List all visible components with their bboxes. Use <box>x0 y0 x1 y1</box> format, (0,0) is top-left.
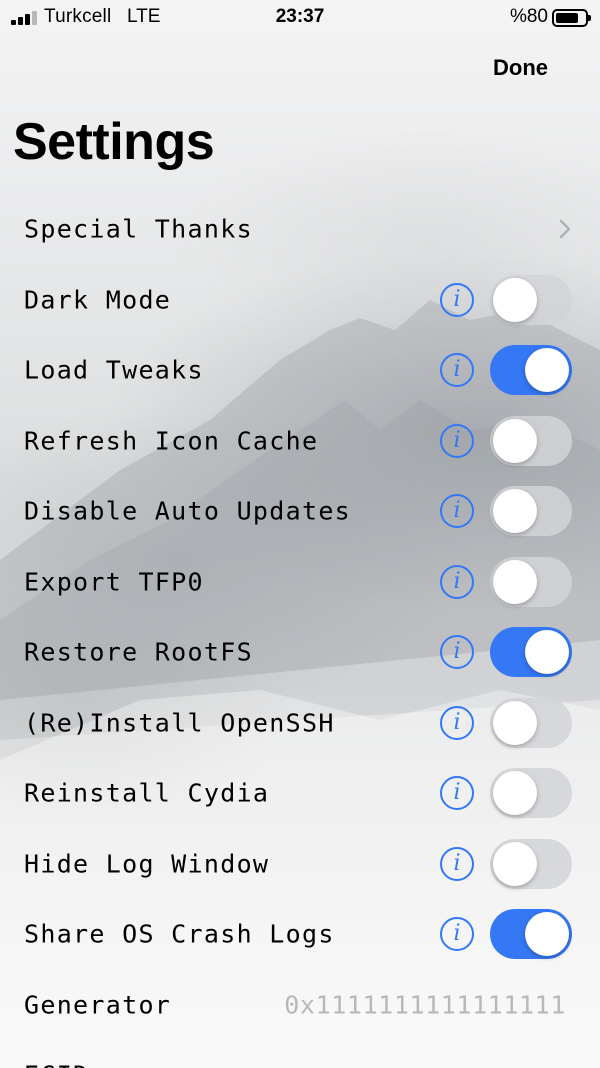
toggle-knob <box>493 771 537 816</box>
settings-row-dark-mode: Dark Mode i <box>0 265 600 336</box>
battery-icon <box>552 9 591 27</box>
toggle-knob <box>525 630 569 675</box>
toggle-re-install-openssh[interactable] <box>490 697 572 748</box>
toggle-load-tweaks[interactable] <box>490 345 572 396</box>
row-label: Load Tweaks <box>24 355 204 385</box>
settings-row-re-install-openssh: (Re)Install OpenSSH i <box>0 688 600 759</box>
row-label: Export TFP0 <box>24 567 204 597</box>
info-icon[interactable]: i <box>440 494 474 529</box>
toggle-dark-mode[interactable] <box>490 274 572 325</box>
settings-row-ecid: ECID <box>0 1040 600 1068</box>
toggle-knob <box>493 559 537 604</box>
toggle-export-tfp0[interactable] <box>490 556 572 607</box>
info-icon[interactable]: i <box>440 353 474 388</box>
toggle-hide-log-window[interactable] <box>490 838 572 889</box>
toggle-knob <box>493 841 537 886</box>
status-bar: Turkcell LTE 23:37 %80 <box>0 0 600 36</box>
info-icon[interactable]: i <box>440 564 474 599</box>
settings-list: Special Thanks Dark Mode i Load Tweaks i Refr… <box>0 194 600 1068</box>
settings-row-generator: Generator 0x1111111111111111 <box>0 970 600 1041</box>
row-label: Dark Mode <box>24 285 172 315</box>
chevron-right-icon <box>559 220 571 239</box>
toggle-knob <box>493 489 537 534</box>
battery-percentage: %80 <box>509 6 548 27</box>
row-label: Hide Log Window <box>24 849 270 879</box>
settings-row-special-thanks[interactable]: Special Thanks <box>0 194 600 265</box>
settings-row-disable-auto-updates: Disable Auto Updates i <box>0 476 600 547</box>
settings-row-refresh-icon-cache: Refresh Icon Cache i <box>0 406 600 477</box>
row-label: Disable Auto Updates <box>24 496 352 526</box>
toggle-knob <box>493 277 537 322</box>
info-icon[interactable]: i <box>440 635 474 670</box>
info-icon[interactable]: i <box>440 776 474 811</box>
info-icon[interactable]: i <box>440 705 474 740</box>
row-label: (Re)Install OpenSSH <box>24 708 335 738</box>
row-value: 0x1111111111111111 <box>284 990 566 1020</box>
toggle-knob <box>493 418 537 463</box>
settings-row-load-tweaks: Load Tweaks i <box>0 335 600 406</box>
settings-row-share-os-crash-logs: Share OS Crash Logs i <box>0 899 600 970</box>
settings-row-hide-log-window: Hide Log Window i <box>0 829 600 900</box>
info-icon[interactable]: i <box>440 846 474 881</box>
settings-row-reinstall-cydia: Reinstall Cydia i <box>0 758 600 829</box>
row-label: Special Thanks <box>24 214 253 244</box>
toggle-refresh-icon-cache[interactable] <box>490 415 572 466</box>
row-label: Generator <box>24 990 172 1020</box>
toggle-share-os-crash-logs[interactable] <box>490 909 572 960</box>
row-label: Share OS Crash Logs <box>24 919 335 949</box>
info-icon[interactable]: i <box>440 282 474 317</box>
toggle-restore-rootfs[interactable] <box>490 627 572 678</box>
info-icon[interactable]: i <box>440 917 474 952</box>
settings-row-export-tfp0: Export TFP0 i <box>0 547 600 618</box>
settings-row-restore-rootfs: Restore RootFS i <box>0 617 600 688</box>
toggle-knob <box>493 700 537 745</box>
info-icon[interactable]: i <box>440 423 474 458</box>
done-button[interactable]: Done <box>493 55 548 81</box>
toggle-reinstall-cydia[interactable] <box>490 768 572 819</box>
toggle-knob <box>525 348 569 393</box>
row-label: Restore RootFS <box>24 637 253 667</box>
toggle-knob <box>525 912 569 957</box>
toggle-disable-auto-updates[interactable] <box>490 486 572 537</box>
row-label: Reinstall Cydia <box>24 778 270 808</box>
page-title: Settings <box>13 113 215 171</box>
row-label: ECID <box>24 1061 89 1068</box>
row-label: Refresh Icon Cache <box>24 426 319 456</box>
